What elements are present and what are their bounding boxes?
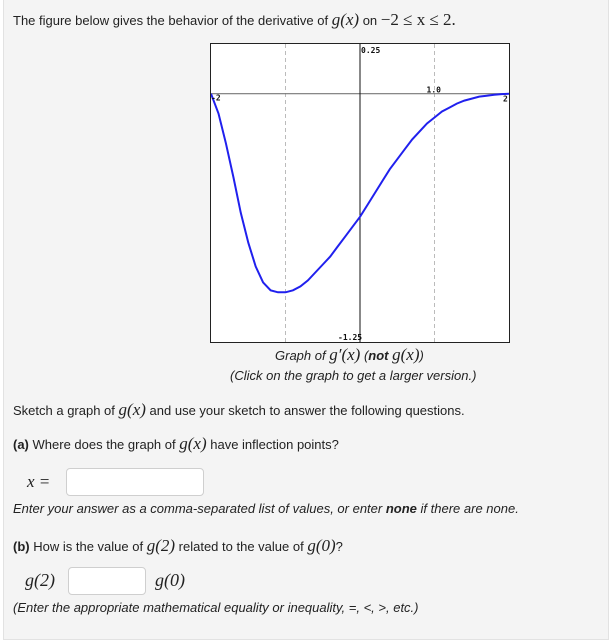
caption-prefix: Graph of: [275, 348, 326, 363]
part-b-hint: (Enter the appropriate mathematical equa…: [13, 600, 419, 615]
intro-text-mid: on: [362, 13, 378, 28]
part-a-hint-bold: none: [385, 501, 417, 516]
part-a-text-before: Where does the graph of: [32, 437, 176, 452]
part-a-label: (a): [13, 437, 29, 452]
part-b-right-expr: g(0): [155, 570, 185, 590]
part-b-text-before: How is the value of: [33, 539, 144, 554]
tick-label-x-min: -2: [211, 94, 221, 103]
part-b-text-after: ?: [335, 539, 343, 554]
part-b-left-expr: g(2): [25, 570, 55, 590]
part-a-input-prefix: x =: [27, 472, 51, 491]
derivative-graph[interactable]: 0.25 -1.25 -2 2 1.0: [210, 43, 510, 343]
tick-label-x-mark: 1.0: [427, 86, 442, 95]
part-b-label: (b): [13, 539, 30, 554]
part-b-func2: g(0): [307, 536, 336, 555]
part-a-question: (a) Where does the graph of g(x) have in…: [13, 434, 339, 454]
caption-not: not: [368, 348, 389, 363]
sketch-prompt: Sketch a graph of g(x) and use your sket…: [13, 400, 465, 420]
prompt-func: g(x): [118, 400, 146, 419]
tick-label-y-min: -1.25: [338, 333, 362, 342]
part-a-hint-before: Enter your answer as a comma-separated l…: [13, 501, 383, 516]
part-b-question: (b) How is the value of g(2) related to …: [13, 536, 343, 556]
intro-func: g(x): [331, 10, 360, 29]
caption-func: g′(x): [329, 345, 361, 364]
tick-label-x-max: 2: [503, 95, 508, 104]
graph-canvas[interactable]: 0.25 -1.25 -2 2 1.0: [210, 44, 510, 342]
part-a-func: g(x): [179, 434, 207, 453]
prompt-text-after: and use your sketch to answer the follow…: [149, 403, 465, 418]
part-a-hint: Enter your answer as a comma-separated l…: [13, 501, 519, 516]
graph-click-hint: (Click on the graph to get a larger vers…: [230, 368, 477, 383]
inflection-points-input[interactable]: [66, 468, 204, 496]
caption-not-func: g(x): [392, 345, 420, 364]
intro-text-before: The figure below gives the behavior of t…: [13, 13, 329, 28]
part-a-text-after: have inflection points?: [210, 437, 339, 452]
tick-label-y-max: 0.25: [361, 46, 380, 55]
prompt-text-before: Sketch a graph of: [13, 403, 115, 418]
part-b-func1: g(2): [146, 536, 176, 555]
intro-text: The figure below gives the behavior of t…: [13, 10, 456, 30]
graph-caption: Graph of g′(x) (not g(x)): [275, 345, 424, 364]
part-a-hint-after: if there are none.: [420, 501, 519, 516]
intro-range: −2 ≤ x ≤ 2.: [380, 10, 456, 29]
part-b-text-mid: related to the value of: [178, 539, 304, 554]
relation-input[interactable]: [68, 567, 146, 595]
